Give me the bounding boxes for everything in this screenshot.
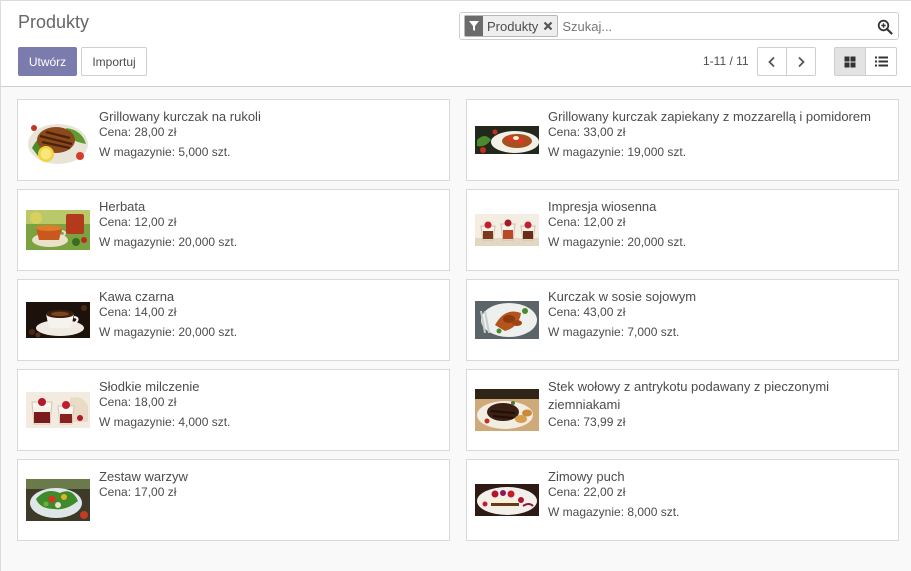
product-price: Cena: 43,00 zł <box>548 305 626 319</box>
facet-label: Produkty <box>487 18 539 34</box>
product-card[interactable]: Zestaw warzyw Cena: 17,00 zł <box>17 459 450 541</box>
winter-cake-image <box>475 474 539 526</box>
search-facet: Produkty <box>464 15 559 37</box>
product-price: Cena: 12,00 zł <box>548 215 626 229</box>
product-price: Cena: 12,00 zł <box>99 215 177 229</box>
list-view-button[interactable] <box>865 47 897 76</box>
product-card[interactable]: Impresja wiosenna Cena: 12,00 zł W magaz… <box>466 189 899 271</box>
grid-icon <box>844 56 856 67</box>
coffee-image <box>26 294 90 346</box>
dessert-cups-image <box>475 204 539 256</box>
chicken-mozzarella-image <box>475 114 539 166</box>
search-icon[interactable] <box>877 19 893 35</box>
product-stock: W magazynie: 20,000 szt. <box>99 325 238 339</box>
vegetables-image <box>26 474 90 526</box>
product-stock: W magazynie: 19,000 szt. <box>548 145 687 159</box>
search-bar[interactable]: Produkty <box>459 12 899 40</box>
product-card[interactable]: Kawa czarna Cena: 14,00 zł W magazynie: … <box>17 279 450 361</box>
sweet-dessert-image <box>26 384 90 436</box>
import-button[interactable]: Importuj <box>81 47 147 76</box>
product-stock: W magazynie: 8,000 szt. <box>548 505 680 519</box>
control-panel: Produkty Produkty Utwórz Importuj 1-11 /… <box>0 0 911 87</box>
product-card[interactable]: Kurczak w sosie sojowym Cena: 43,00 zł W… <box>466 279 899 361</box>
soy-chicken-image <box>475 294 539 346</box>
search-input[interactable] <box>562 16 863 36</box>
product-card[interactable]: Grillowany kurczak zapiekany z mozzarell… <box>466 99 899 181</box>
product-stock: W magazynie: 4,000 szt. <box>99 415 231 429</box>
chevron-left-icon <box>768 56 775 67</box>
pager-next-button[interactable] <box>786 47 816 76</box>
product-card[interactable]: Słodkie milczenie Cena: 18,00 zł W magaz… <box>17 369 450 451</box>
product-stock: W magazynie: 7,000 szt. <box>548 325 680 339</box>
product-stock: W magazynie: 5,000 szt. <box>99 145 231 159</box>
steak-image <box>475 384 539 436</box>
product-card[interactable]: Herbata Cena: 12,00 zł W magazynie: 20,0… <box>17 189 450 271</box>
product-price: Cena: 14,00 zł <box>99 305 177 319</box>
filter-icon <box>465 16 483 36</box>
product-price: Cena: 33,00 zł <box>548 125 626 139</box>
product-card[interactable]: Stek wołowy z antrykotu podawany z piecz… <box>466 369 899 451</box>
pager-previous-button[interactable] <box>757 47 787 76</box>
product-price: Cena: 22,00 zł <box>548 485 626 499</box>
create-button[interactable]: Utwórz <box>18 47 77 76</box>
kanban-view: Grillowany kurczak na rukoli Cena: 28,00… <box>0 87 911 571</box>
list-icon <box>874 56 888 67</box>
remove-facet-icon[interactable] <box>541 19 555 33</box>
product-price: Cena: 73,99 zł <box>548 415 626 429</box>
grilled-chicken-image <box>26 114 90 166</box>
page-title: Produkty <box>18 12 90 32</box>
product-price: Cena: 17,00 zł <box>99 485 177 499</box>
chevron-right-icon <box>798 56 805 67</box>
tea-image <box>26 204 90 256</box>
kanban-view-button[interactable] <box>834 47 866 76</box>
product-stock: W magazynie: 20,000 szt. <box>99 235 238 249</box>
product-name: Stek wołowy z antrykotu podawany z piecz… <box>548 379 830 412</box>
product-price: Cena: 18,00 zł <box>99 395 177 409</box>
product-card[interactable]: Zimowy puch Cena: 22,00 zł W magazynie: … <box>466 459 899 541</box>
product-stock: W magazynie: 20,000 szt. <box>548 235 687 249</box>
pager-value[interactable]: 1-11 / 11 <box>703 54 749 68</box>
product-price: Cena: 28,00 zł <box>99 125 177 139</box>
product-card[interactable]: Grillowany kurczak na rukoli Cena: 28,00… <box>17 99 450 181</box>
